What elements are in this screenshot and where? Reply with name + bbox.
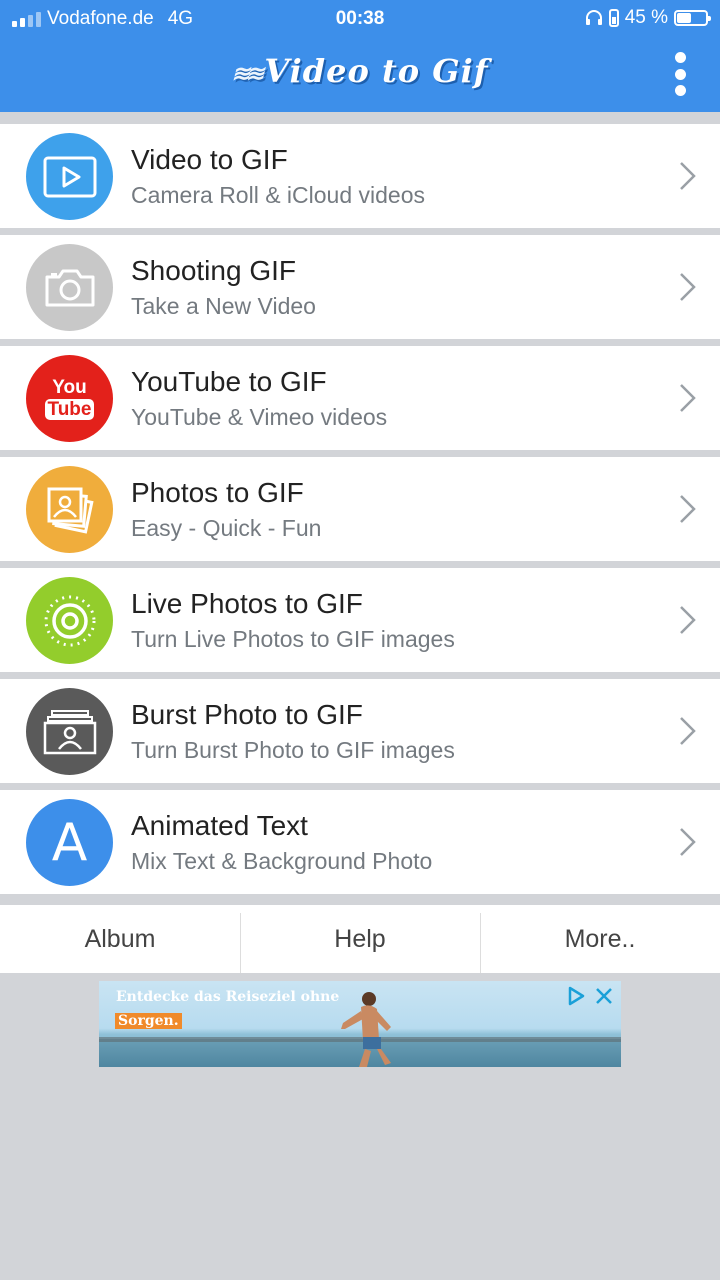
app-title: ≋≋ Video to Gif	[231, 52, 489, 90]
youtube-icon: You Tube	[26, 355, 113, 442]
burst-photo-icon	[26, 688, 113, 775]
chevron-right-icon	[680, 495, 696, 523]
item-title: YouTube to GIF	[131, 366, 327, 397]
flame-icon: ≋≋	[231, 60, 264, 87]
camera-icon	[26, 244, 113, 331]
status-bar: Vodafone.de 4G 00:38 45 %	[0, 0, 720, 40]
orientation-lock-icon	[608, 9, 619, 27]
tab-album[interactable]: Album	[0, 905, 240, 973]
ad-banner[interactable]: Entdecke das Reiseziel ohne Sorgen.	[99, 981, 621, 1067]
adchoices-icon[interactable]	[565, 985, 587, 1007]
chevron-right-icon	[680, 828, 696, 856]
chevron-right-icon	[680, 384, 696, 412]
letter-a-icon: A	[26, 799, 113, 886]
ad-person-image	[341, 992, 391, 1067]
item-title: Burst Photo to GIF	[131, 699, 363, 730]
list-item-youtube-to-gif[interactable]: You Tube YouTube to GIF YouTube & Vimeo …	[0, 346, 720, 450]
item-subtitle: Turn Burst Photo to GIF images	[131, 737, 455, 763]
battery-icon	[674, 10, 711, 26]
ad-tagline: Sorgen.	[115, 1013, 182, 1029]
tab-more[interactable]: More..	[480, 905, 720, 973]
list-item-video-to-gif[interactable]: Video to GIF Camera Roll & iCloud videos	[0, 124, 720, 228]
list-item-shooting-gif[interactable]: Shooting GIF Take a New Video	[0, 235, 720, 339]
close-icon[interactable]	[593, 985, 615, 1007]
item-subtitle: Take a New Video	[131, 293, 316, 319]
chevron-right-icon	[680, 717, 696, 745]
item-title: Shooting GIF	[131, 255, 296, 286]
list-item-burst-photo-to-gif[interactable]: Burst Photo to GIF Turn Burst Photo to G…	[0, 679, 720, 783]
list-item-live-photos-to-gif[interactable]: Live Photos to GIF Turn Live Photos to G…	[0, 568, 720, 672]
letter-a-glyph: A	[51, 812, 88, 873]
list-item-animated-text[interactable]: A Animated Text Mix Text & Background Ph…	[0, 790, 720, 894]
youtube-logo-bottom: Tube	[44, 398, 95, 420]
item-title: Photos to GIF	[131, 477, 304, 508]
chevron-right-icon	[680, 606, 696, 634]
item-subtitle: Easy - Quick - Fun	[131, 515, 322, 541]
live-photo-icon	[26, 577, 113, 664]
item-subtitle: Turn Live Photos to GIF images	[131, 626, 455, 652]
photos-stack-icon	[26, 466, 113, 553]
bottom-tab-bar: Album Help More..	[0, 905, 720, 973]
ad-headline: Entdecke das Reiseziel ohne	[116, 989, 340, 1005]
item-subtitle: Mix Text & Background Photo	[131, 848, 433, 874]
headphones-icon	[585, 10, 602, 25]
app-header: Vodafone.de 4G 00:38 45 % ≋≋ Video to Gif	[0, 0, 720, 112]
item-title: Video to GIF	[131, 144, 288, 175]
item-subtitle: YouTube & Vimeo videos	[131, 404, 388, 430]
item-subtitle: Camera Roll & iCloud videos	[131, 182, 426, 208]
list-item-photos-to-gif[interactable]: Photos to GIF Easy - Quick - Fun	[0, 457, 720, 561]
chevron-right-icon	[680, 162, 696, 190]
item-title: Live Photos to GIF	[131, 588, 363, 619]
item-title: Animated Text	[131, 810, 308, 841]
chevron-right-icon	[680, 273, 696, 301]
more-menu-button[interactable]	[668, 52, 692, 96]
tab-help[interactable]: Help	[240, 905, 480, 973]
video-play-icon	[26, 133, 113, 220]
youtube-logo-top: You	[52, 376, 87, 398]
battery-percent: 45 %	[624, 7, 668, 28]
